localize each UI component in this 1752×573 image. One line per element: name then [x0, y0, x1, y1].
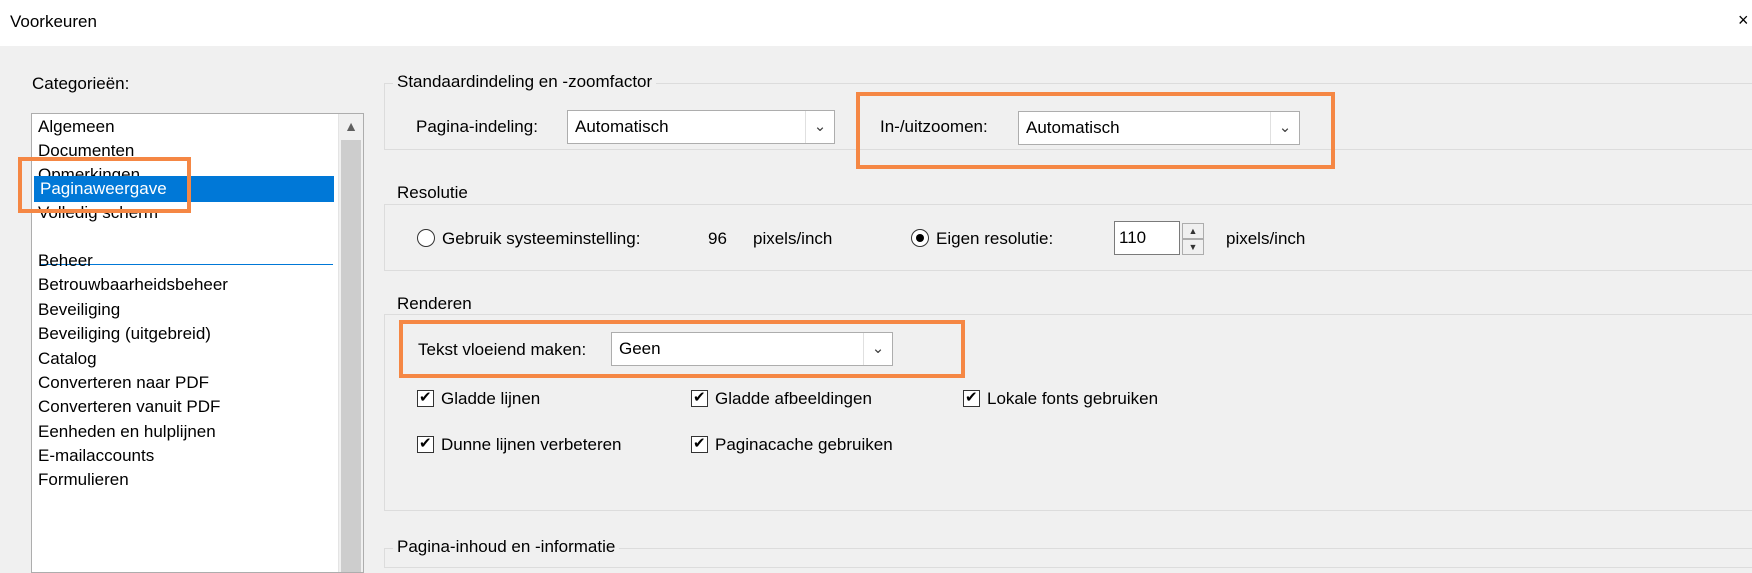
page-content-title: Pagina-inhoud en -informatie	[393, 537, 620, 557]
spin-up-icon[interactable]: ▲	[1182, 223, 1204, 239]
category-item-beveiliging-uitgebreid[interactable]: Beveiliging (uitgebreid)	[38, 321, 211, 347]
checkmark-icon: ✔	[419, 389, 432, 406]
window-title: Voorkeuren	[10, 12, 97, 31]
checkbox-page-cache[interactable]: ✔	[691, 435, 708, 453]
checkmark-icon: ✔	[419, 435, 432, 452]
page-layout-dropdown[interactable]: Automatisch ⌄	[567, 110, 835, 144]
category-item-beveiliging[interactable]: Beveiliging	[38, 297, 120, 323]
resolution-title: Resolutie	[393, 183, 472, 203]
category-item-betrouwbaarheidsbeheer[interactable]: Betrouwbaarheidsbeheer	[38, 272, 228, 298]
custom-resolution-label: Eigen resolutie:	[936, 229, 1054, 248]
layout-zoom-title: Standaardindeling en -zoomfactor	[393, 72, 657, 92]
highlight-selected-category	[18, 157, 191, 213]
system-resolution-unit: pixels/inch	[753, 229, 833, 248]
thin-lines-label: Dunne lijnen verbeteren	[441, 435, 622, 454]
checkbox-thin-lines[interactable]: ✔	[417, 435, 434, 453]
category-item-formulieren[interactable]: Formulieren	[38, 467, 129, 493]
highlight-smooth-text	[399, 320, 965, 378]
system-resolution-value: 96	[708, 229, 727, 248]
local-fonts-label: Lokale fonts gebruiken	[987, 389, 1159, 408]
page-layout-value: Automatisch	[575, 117, 669, 136]
checkbox-local-fonts[interactable]: ✔	[963, 389, 980, 407]
category-item-e-mailaccounts[interactable]: E-mailaccounts	[38, 443, 154, 469]
page-cache-label: Paginacache gebruiken	[715, 435, 893, 454]
categories-scrollbar[interactable]: ▲	[338, 114, 363, 572]
chevron-down-icon[interactable]: ⌄	[805, 111, 834, 143]
checkmark-icon: ✔	[693, 435, 706, 452]
rendering-title: Renderen	[393, 294, 476, 314]
checkbox-smooth-lines[interactable]: ✔	[417, 389, 434, 407]
arrow-up-icon[interactable]: ▲	[339, 114, 363, 138]
close-icon[interactable]: ×	[1738, 10, 1749, 31]
checkmark-icon: ✔	[965, 389, 978, 406]
system-resolution-label: Gebruik systeeminstelling:	[442, 229, 641, 248]
smooth-lines-label: Gladde lijnen	[441, 389, 541, 408]
custom-resolution-input[interactable]: 110	[1114, 221, 1180, 255]
category-item-eenheden-en-hulplijnen[interactable]: Eenheden en hulplijnen	[38, 419, 216, 445]
category-item-converteren-vanuit-pdf[interactable]: Converteren vanuit PDF	[38, 394, 220, 420]
checkbox-smooth-images[interactable]: ✔	[691, 389, 708, 407]
category-item-converteren-naar-pdf[interactable]: Converteren naar PDF	[38, 370, 209, 396]
title-bar	[0, 0, 1752, 46]
highlight-zoom	[856, 92, 1335, 169]
category-item-beheer[interactable]: Beheer	[38, 248, 93, 274]
smooth-images-label: Gladde afbeeldingen	[715, 389, 872, 408]
category-item-algemeen[interactable]: Algemeen	[38, 114, 115, 140]
radio-selected-dot	[916, 234, 924, 242]
custom-resolution-unit: pixels/inch	[1226, 229, 1306, 248]
page-layout-label: Pagina-indeling:	[416, 117, 538, 136]
scroll-thumb[interactable]	[341, 140, 361, 572]
checkmark-icon: ✔	[693, 389, 706, 406]
radio-system-resolution[interactable]	[417, 229, 435, 247]
categories-label: Categorieën:	[32, 74, 130, 93]
spin-down-icon[interactable]: ▼	[1182, 239, 1204, 255]
category-item-catalog[interactable]: Catalog	[38, 346, 97, 372]
radio-custom-resolution[interactable]	[911, 229, 929, 247]
